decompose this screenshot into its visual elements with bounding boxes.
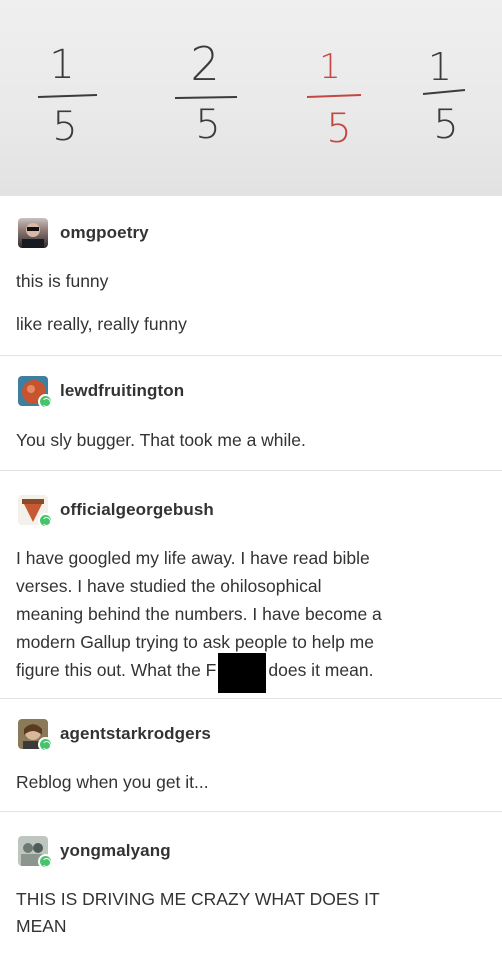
fraction-1-numerator: 1 [49, 42, 74, 88]
post-header: agentstarkrodgers [18, 719, 211, 752]
username[interactable]: agentstarkrodgers [60, 724, 211, 744]
fraction-4-numerator: 1 [428, 45, 452, 89]
reblog-badge-icon [38, 394, 53, 409]
reblog-badge-icon [38, 513, 53, 528]
fraction-1-denominator: 5 [52, 104, 77, 150]
post-text-line: modern Gallup trying to ask people to he… [16, 632, 374, 652]
post-text-line: You sly bugger. That took me a while. [16, 430, 306, 450]
post-text-segment: does it mean. [268, 660, 374, 680]
post-header: officialgeorgebush [18, 495, 214, 528]
post-text-line: meaning behind the numbers. I have becom… [16, 604, 382, 624]
post-omgpoetry: omgpoetry this is funny like really, rea… [0, 196, 502, 356]
post-header: omgpoetry [18, 218, 149, 248]
fraction-2-bar [174, 96, 238, 99]
post-header: lewdfruitington [18, 376, 184, 409]
avatar[interactable] [18, 836, 53, 869]
post-text-line: MEAN [16, 916, 67, 936]
post-text-line: THIS IS DRIVING ME CRAZY WHAT DOES IT [16, 889, 380, 909]
username[interactable]: yongmalyang [60, 841, 171, 861]
reblog-badge-icon [38, 737, 53, 752]
post-lewdfruitington: lewdfruitington You sly bugger. That too… [0, 356, 502, 471]
avatar-person-icon [22, 223, 44, 248]
post-text-line-redacted: figure this out. What the F does it mean. [16, 653, 486, 693]
fractions-photo: 1 5 2 5 1 5 1 5 [0, 0, 502, 196]
post-text-line: like really, really funny [16, 314, 187, 334]
post-header: yongmalyang [18, 836, 171, 869]
post-text-line: verses. I have studied the ohilosophical [16, 576, 322, 596]
fraction-4-denominator: 5 [433, 102, 458, 148]
avatar[interactable] [18, 218, 48, 248]
fraction-3-denominator: 5 [326, 106, 351, 152]
post-text-line: this is funny [16, 271, 109, 291]
fraction-2-numerator: 2 [190, 37, 219, 91]
avatar[interactable] [18, 376, 53, 409]
post-text-line: I have googled my life away. I have read… [16, 548, 370, 568]
avatar[interactable] [18, 719, 53, 752]
fraction-3-bar [306, 94, 362, 98]
post-agentstarkrodgers: agentstarkrodgers Reblog when you get it… [0, 699, 502, 812]
post-yongmalyang: yongmalyang THIS IS DRIVING ME CRAZY WHA… [0, 812, 502, 960]
fraction-1-bar [37, 94, 98, 98]
username[interactable]: omgpoetry [60, 223, 149, 243]
redaction-box [218, 653, 267, 693]
username[interactable]: lewdfruitington [60, 381, 184, 401]
fraction-3-numerator: 1 [319, 47, 341, 87]
reblog-badge-icon [38, 854, 53, 869]
fraction-4-bar [422, 89, 466, 95]
username[interactable]: officialgeorgebush [60, 500, 214, 520]
post-text-line: Reblog when you get it... [16, 772, 209, 792]
post-officialgeorgebush: officialgeorgebush I have googled my lif… [0, 471, 502, 699]
post-text-segment: figure this out. What the F [16, 660, 217, 680]
fraction-2-denominator: 5 [195, 102, 220, 148]
avatar[interactable] [18, 495, 53, 528]
